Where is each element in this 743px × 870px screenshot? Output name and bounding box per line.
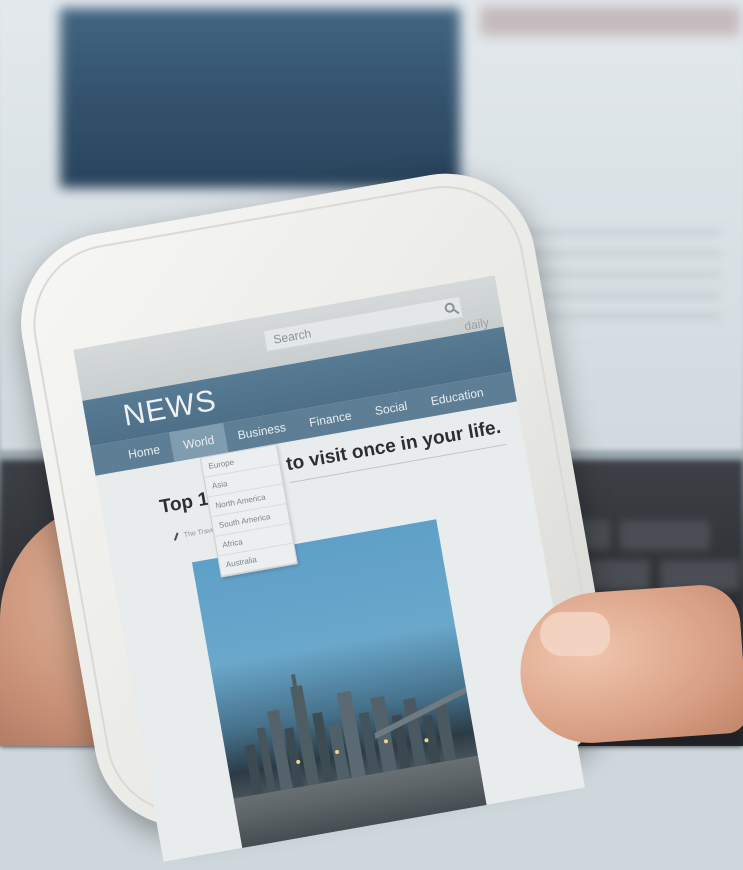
pencil-icon <box>173 532 179 541</box>
headline-left[interactable]: Top 1 <box>158 489 210 519</box>
keyboard-key <box>620 520 710 550</box>
background-photo-strip <box>480 6 740 36</box>
smartphone: Search daily NEWS Home World Business Fi… <box>6 159 624 862</box>
byline-text: The Trave <box>183 526 216 540</box>
background-photo-blur <box>60 8 460 188</box>
search-icon[interactable] <box>443 301 456 314</box>
search-placeholder: Search <box>272 326 313 347</box>
byline: The Trave <box>173 526 216 541</box>
thumbnail-nail <box>540 612 610 656</box>
phone-screen: Search daily NEWS Home World Business Fi… <box>73 275 586 862</box>
